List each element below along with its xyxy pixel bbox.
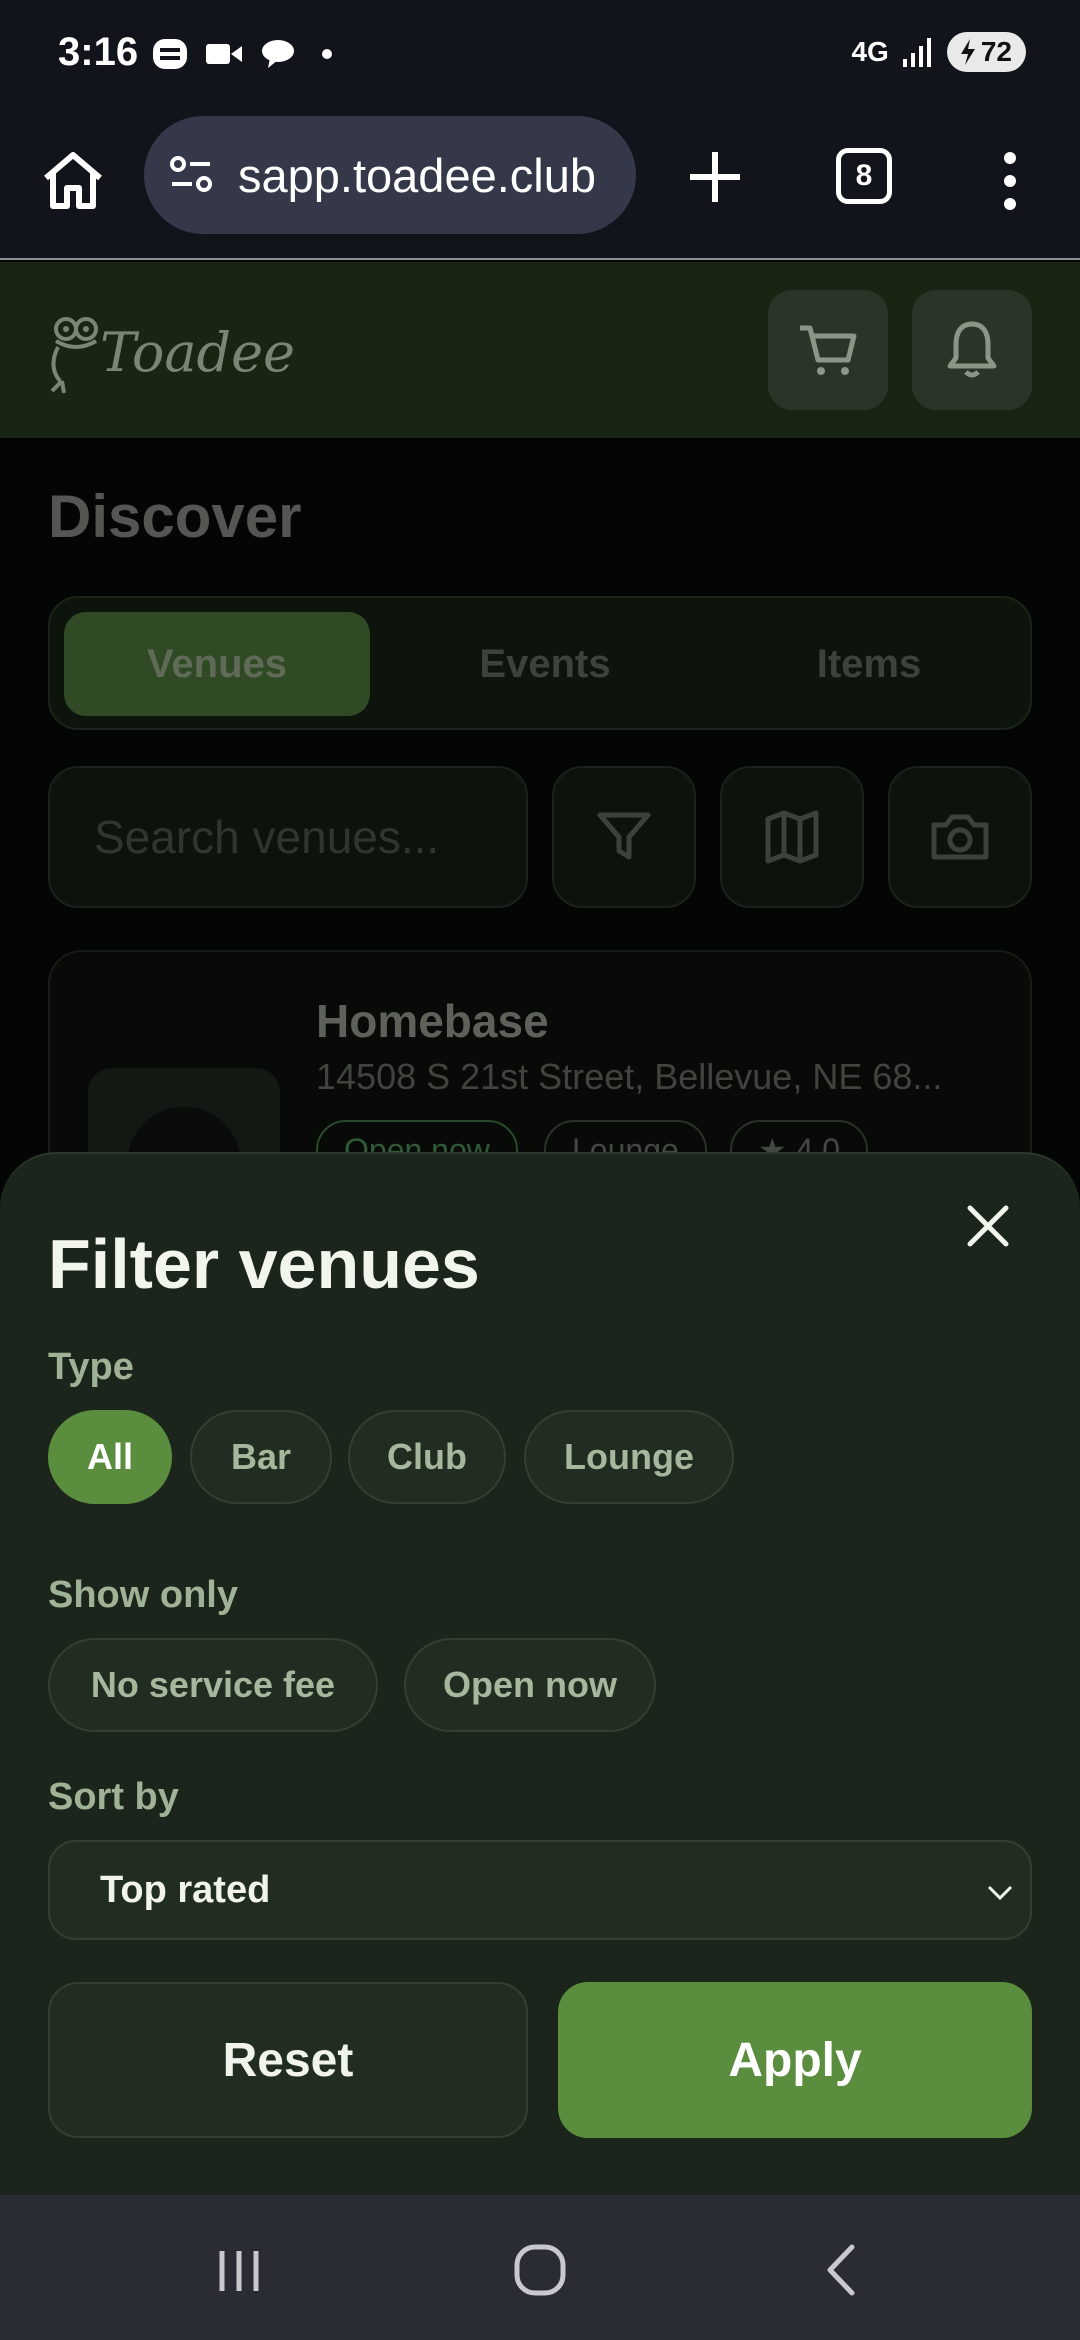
signal-icon [902,38,931,67]
type-option-club[interactable]: Club [348,1410,506,1504]
show-only-open-now[interactable]: Open now [404,1638,656,1732]
camera-icon [931,814,989,860]
venue-name: Homebase [316,995,549,1047]
network-type: 4G [851,36,889,67]
back-icon[interactable] [808,2235,878,2305]
close-icon[interactable] [958,1196,1018,1256]
type-option-bar[interactable]: Bar [190,1410,332,1504]
search-input[interactable]: Search venues... [48,766,528,908]
battery-icon [960,39,975,65]
chevron-down-icon [987,1885,1013,1901]
status-bar: 3:16 4G 72 [0,0,1080,110]
tab-count: 8 [855,159,873,192]
cart-button[interactable] [768,290,888,410]
bell-icon [947,321,997,378]
show-only-no-service-fee[interactable]: No service fee [48,1638,378,1732]
home-nav-icon[interactable] [505,2235,575,2305]
notifications-button[interactable] [912,290,1032,410]
show-only-label: Show only [48,1574,238,1616]
type-option-lounge[interactable]: Lounge [524,1410,734,1504]
tabs-icon[interactable]: 8 [836,148,892,204]
filter-button[interactable] [552,766,696,908]
reset-button[interactable]: Reset [48,1982,528,2138]
tab-events[interactable]: Events [392,612,698,716]
chat-icon [262,40,294,68]
tab-venues[interactable]: Venues [64,612,370,716]
home-icon[interactable] [38,146,108,216]
camera-button[interactable] [888,766,1032,908]
type-option-all[interactable]: All [48,1410,172,1504]
sort-by-label: Sort by [48,1776,179,1818]
tab-items[interactable]: Items [716,612,1022,716]
app-notification-icon [153,39,187,69]
recent-apps-icon[interactable] [204,2235,274,2305]
filter-sheet: Filter venues Type All Bar Club Lounge S… [0,1152,1080,2195]
sheet-title: Filter venues [48,1225,480,1303]
page-title: Discover [48,483,302,550]
app-header: Toadee [0,262,1080,438]
browser-toolbar: sapp.toadee.club 8 [0,110,1080,260]
status-notification-icons [150,34,342,74]
sort-value: Top rated [100,1868,271,1911]
toadee-logo[interactable]: Toadee [44,302,295,402]
logo-text: Toadee [100,320,296,384]
more-icon[interactable] [990,146,1030,216]
plus-icon[interactable] [680,142,750,212]
address-bar[interactable]: sapp.toadee.club [144,116,636,234]
filter-icon [597,812,651,860]
type-label: Type [48,1346,134,1388]
sort-select[interactable]: Top rated [48,1840,1032,1940]
battery-level: 72 [980,36,1012,67]
discover-tabs: Venues Events Items [48,596,1032,730]
system-nav-bar [0,2195,1080,2340]
status-time: 3:16 [58,30,139,74]
battery-indicator: 72 [946,32,1026,72]
site-settings-icon[interactable] [168,152,214,198]
dot-icon [322,49,332,59]
url-text: sapp.toadee.club [238,148,597,202]
map-button[interactable] [720,766,864,908]
venue-address: 14508 S 21st Street, Bellevue, NE 68... [316,1056,943,1097]
apply-button[interactable]: Apply [558,1982,1032,2138]
map-icon [765,810,819,864]
cart-icon [800,325,857,375]
video-icon [206,44,242,64]
frog-logo-icon [50,317,98,394]
